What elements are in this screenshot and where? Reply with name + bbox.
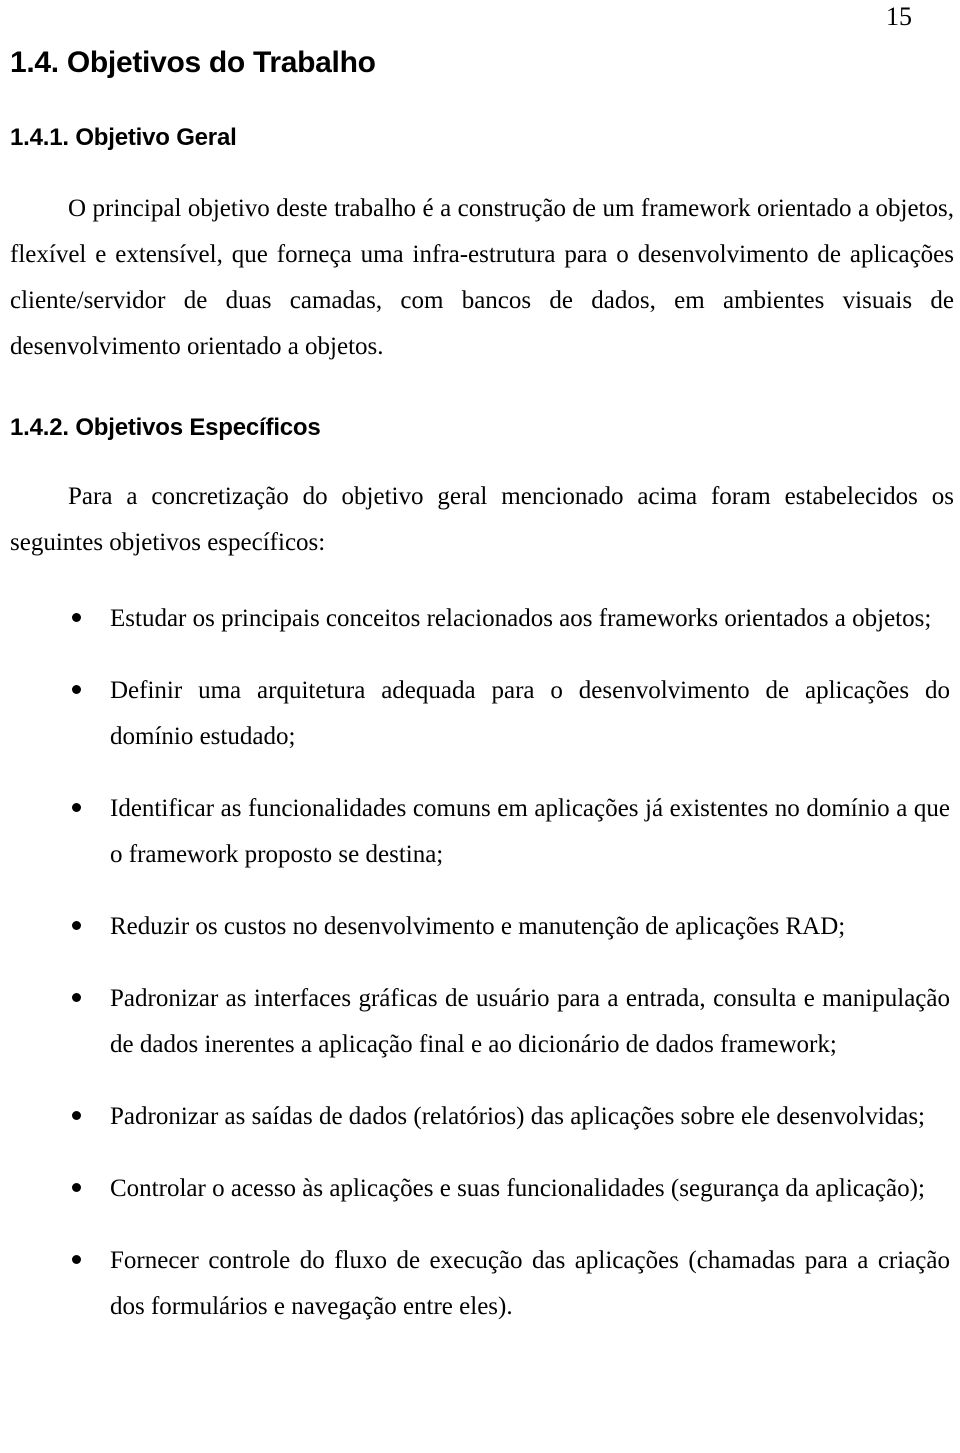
list-item-text: Definir uma arquitetura adequada para o …: [110, 677, 950, 750]
list-item: Padronizar as interfaces gráficas de usu…: [10, 976, 954, 1068]
list-item: Definir uma arquitetura adequada para o …: [10, 668, 954, 760]
list-item-text: Padronizar as interfaces gráficas de usu…: [110, 985, 950, 1058]
list-item-text: Fornecer controle do fluxo de execução d…: [110, 1247, 950, 1320]
page-content: 1.4. Objetivos do Trabalho 1.4.1. Objeti…: [10, 46, 954, 1330]
list-item: Controlar o acesso às aplicações e suas …: [10, 1166, 954, 1212]
bullet-icon: [72, 993, 81, 1002]
list-item: Fornecer controle do fluxo de execução d…: [10, 1238, 954, 1330]
list-item: Estudar os principais conceitos relacion…: [10, 596, 954, 642]
bullet-icon: [72, 921, 81, 930]
specific-objectives-intro-paragraph: Para a concretização do objetivo geral m…: [10, 483, 954, 556]
list-item: Identificar as funcionalidades comuns em…: [10, 786, 954, 878]
list-item: Padronizar as saídas de dados (relatório…: [10, 1094, 954, 1140]
bullet-icon: [72, 613, 81, 622]
list-item-text: Estudar os principais conceitos relacion…: [110, 605, 932, 632]
list-item-text: Padronizar as saídas de dados (relatório…: [110, 1103, 925, 1130]
page-number: 15: [886, 2, 912, 31]
list-item-text: Controlar o acesso às aplicações e suas …: [110, 1175, 925, 1202]
bullet-icon: [72, 1255, 81, 1264]
bullet-icon: [72, 1111, 81, 1120]
bullet-icon: [72, 1183, 81, 1192]
bullet-icon: [72, 685, 81, 694]
document-page: 15 1.4. Objetivos do Trabalho 1.4.1. Obj…: [0, 0, 960, 1453]
list-item-text: Reduzir os custos no desenvolvimento e m…: [110, 913, 846, 940]
bullet-icon: [72, 803, 81, 812]
specific-objectives-list: Estudar os principais conceitos relacion…: [10, 596, 954, 1330]
subsection-heading-1-4-2: 1.4.2. Objetivos Específicos: [10, 414, 321, 441]
list-item: Reduzir os custos no desenvolvimento e m…: [10, 904, 954, 950]
list-item-text: Identificar as funcionalidades comuns em…: [110, 795, 950, 868]
section-heading-1-4: 1.4. Objetivos do Trabalho: [10, 46, 376, 79]
subsection-heading-1-4-1: 1.4.1. Objetivo Geral: [10, 124, 237, 151]
general-objective-paragraph: O principal objetivo deste trabalho é a …: [10, 195, 954, 360]
